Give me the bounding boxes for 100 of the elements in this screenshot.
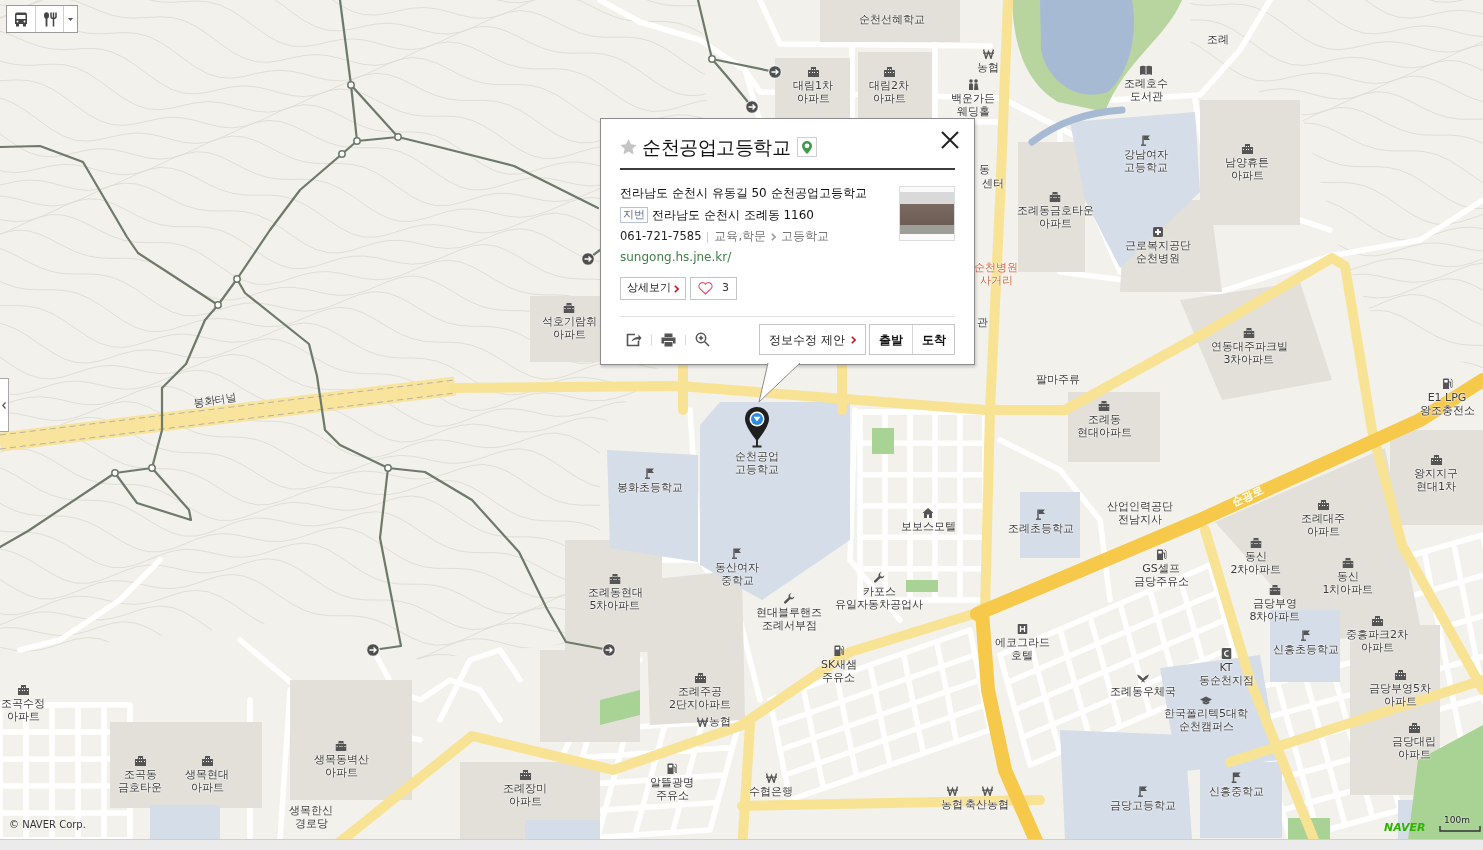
won-sign-icon [981, 786, 993, 796]
building-icon [694, 673, 706, 683]
flag-icon [1138, 786, 1148, 797]
like-button[interactable]: 3 [690, 277, 737, 300]
place-label: 농협 [941, 798, 963, 811]
copyright-text: © NAVER Corp. [9, 818, 86, 831]
place-label: 남양휴튼 아파트 [1225, 156, 1269, 182]
photo-placeholder [899, 186, 955, 241]
place-label: 대림1차 아파트 [793, 79, 833, 105]
building-icon [563, 303, 575, 313]
place-label: 강남여자 고등학교 [1124, 148, 1168, 174]
place-label: 조례동현대 5차아파트 [587, 586, 643, 612]
apartment-complex-area [530, 296, 600, 362]
bus-icon [14, 11, 28, 27]
chevron-left-icon [2, 401, 6, 409]
flag-icon [1141, 135, 1151, 146]
close-button[interactable] [939, 129, 961, 151]
website-link[interactable]: sungong.hs.jne.kr/ [620, 247, 732, 267]
arrival-button[interactable]: 도착 [912, 325, 954, 354]
building-icon [1394, 670, 1406, 680]
place-label: 조례동금호타운 아파트 [1016, 204, 1094, 230]
building-icon [1371, 616, 1383, 626]
place-label: 금당대립 아파트 [1392, 735, 1436, 761]
place-label: 백운가든 웨딩홀 [951, 92, 995, 118]
place-label: 신흥초등학교 [1273, 643, 1339, 656]
place-label: SK새샘 주유소 [820, 658, 858, 684]
trail-junction-icon [708, 55, 716, 63]
place-label: 수협은행 [749, 785, 793, 798]
lot-number-tag: 지번 [620, 207, 648, 223]
trail-junction-icon [148, 464, 156, 472]
place-label: 왕지지구 현대1차 [1414, 467, 1458, 493]
place-label: 조례동 현대아파트 [1076, 413, 1132, 439]
place-label: 팔마주류 [1036, 373, 1080, 386]
bird-icon [1137, 674, 1149, 683]
park-area [600, 690, 640, 725]
heart-icon [698, 282, 713, 295]
scale-label: 100m [1444, 815, 1470, 826]
suggest-edit-button[interactable]: 정보수정 제안 [759, 324, 866, 355]
place-label: 근로복지공단 순천병원 [1125, 239, 1191, 265]
arrow-circle-icon [581, 252, 595, 266]
place-label: 한국폴리텍5대학 순천캠퍼스 [1164, 707, 1248, 733]
category-text: 교육,학문 [714, 228, 767, 246]
category-text: 고등학교 [781, 228, 830, 246]
naver-logo: NAVER [1384, 821, 1426, 834]
star-icon[interactable] [620, 139, 637, 155]
place-label: 현대블루핸즈 조례서부점 [756, 606, 822, 632]
start-button[interactable]: 출발 [870, 325, 912, 354]
building-icon [335, 741, 347, 751]
building-icon [519, 770, 531, 780]
place-label: 순천공업 고등학교 [735, 450, 779, 476]
place-label: 생목동벽산 아파트 [313, 753, 369, 779]
fuel-pump-icon [1442, 378, 1452, 389]
place-label: 알뜰광명 주유소 [650, 776, 694, 802]
flag-icon [1036, 509, 1046, 520]
fork-knife-icon [42, 11, 57, 27]
trail-junction-icon [214, 301, 222, 309]
chevron-right-icon [674, 284, 679, 293]
flag-icon [1231, 772, 1241, 783]
building-icon [1430, 455, 1442, 465]
won-sign-icon [946, 786, 958, 796]
map-pin-icon[interactable] [797, 137, 817, 157]
place-label: 동 [978, 163, 990, 176]
caret-down-icon [68, 17, 73, 21]
arrow-circle-icon [768, 65, 782, 79]
place-label: 중흥파크2차 아파트 [1346, 628, 1408, 654]
place-label: 관 [976, 316, 988, 329]
place-label: 금당고등학교 [1110, 799, 1176, 812]
building-icon [883, 67, 895, 77]
zoom-in-icon[interactable] [695, 332, 710, 347]
book-icon [1140, 65, 1152, 75]
share-icon[interactable] [626, 332, 642, 347]
place-label: 동신 1치아파트 [1322, 570, 1374, 596]
place-label: 보보스모텔 [900, 520, 956, 533]
place-label: 동신 2차아파트 [1230, 550, 1282, 576]
place-label: 조례호수 도서관 [1124, 77, 1168, 103]
place-label: 조례초등학교 [1008, 522, 1074, 535]
trail-junction-icon [394, 133, 402, 141]
print-icon[interactable] [661, 332, 676, 347]
wrench-icon [873, 572, 885, 583]
location-pin-icon [744, 406, 770, 448]
won-sign-icon [982, 49, 994, 59]
trail-junction-icon [111, 469, 119, 477]
wrench-icon [783, 593, 795, 604]
place-label: 조곡동 금호타운 [118, 768, 162, 794]
park-area [906, 580, 938, 592]
side-panel-toggle[interactable] [0, 378, 9, 432]
c-tile-icon [1221, 648, 1231, 659]
place-label: 조례장미 아파트 [503, 782, 547, 808]
won-sign-icon [697, 716, 708, 727]
place-label: 센터 [982, 177, 1004, 190]
building-icon [1049, 192, 1061, 202]
trail-junction-icon [347, 81, 355, 89]
won-sign-icon [765, 773, 777, 783]
place-label: 동산여자 중학교 [715, 561, 759, 587]
place-label: 농협 [709, 715, 731, 728]
house-icon [922, 508, 934, 518]
detail-button[interactable]: 상세보기 [620, 277, 686, 300]
arrow-circle-icon [366, 643, 380, 657]
place-label: GS셀프 금당주유소 [1133, 562, 1189, 588]
building-icon [1317, 500, 1329, 510]
